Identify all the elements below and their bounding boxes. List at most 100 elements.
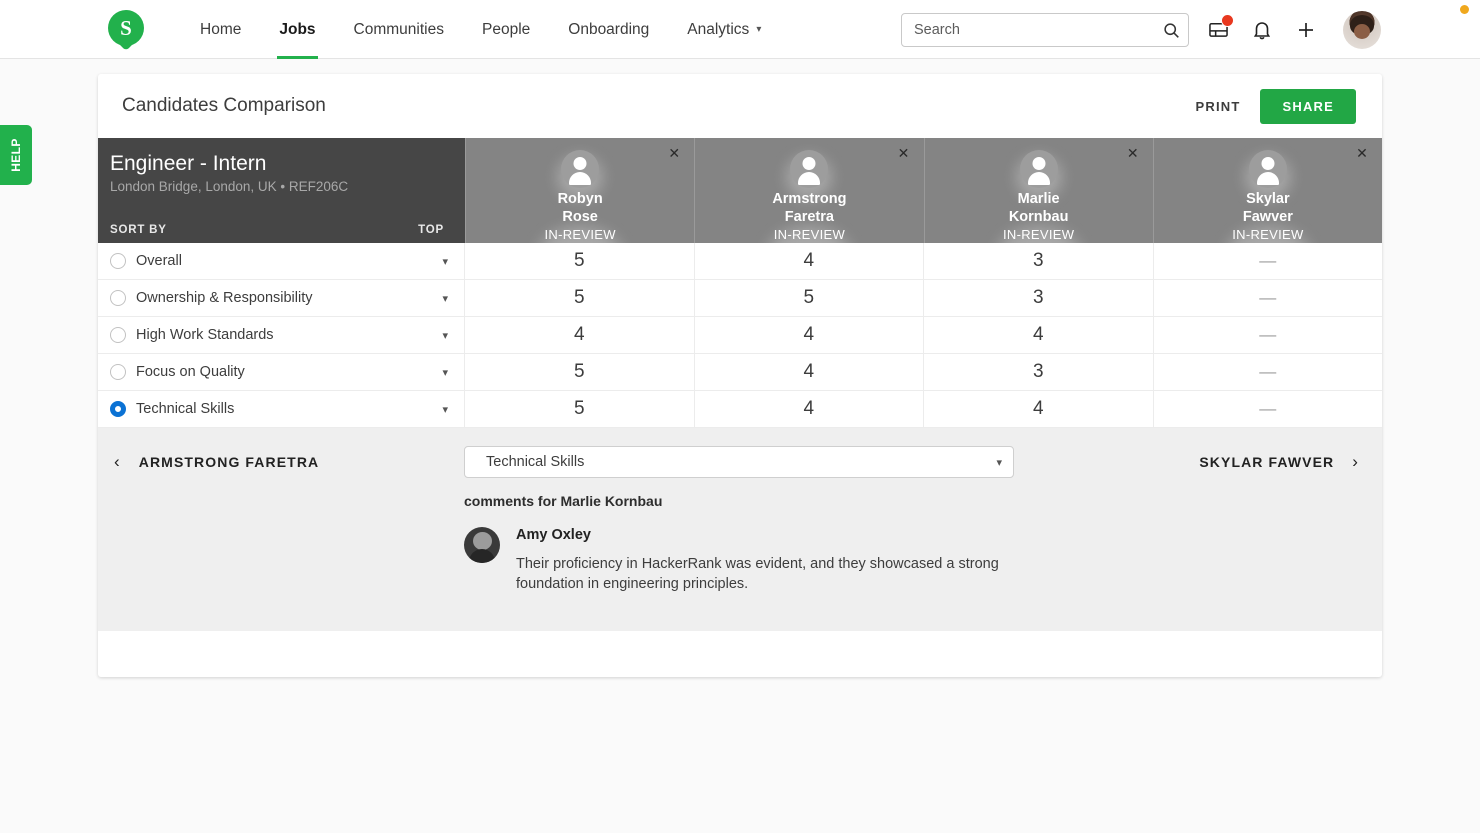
criteria-label: Overall [136,253,182,269]
chevron-down-icon[interactable]: ▾ [442,403,450,416]
previous-candidate-button[interactable]: ‹ ARMSTRONG FARETRA [114,452,319,472]
candidate-column-header-1: ✕ Robyn Rose IN-REVIEW [465,138,695,243]
score-cell: — [1259,288,1277,307]
remove-candidate-icon[interactable]: ✕ [666,145,682,161]
criteria-radio-focus-on-quality[interactable] [110,364,126,380]
nav-item-communities[interactable]: Communities [335,0,463,59]
search-input[interactable] [902,14,1154,46]
candidates-comparison-card: Candidates Comparison PRINT SHARE Engine… [98,74,1382,677]
candidate-name-line1: Armstrong [772,191,847,207]
criteria-cell: Ownership & Responsibility ▾ [98,280,465,316]
nav-icon-group [1203,0,1381,59]
candidate-status-badge: IN-REVIEW [773,227,846,242]
score-cell: 5 [465,354,695,390]
candidate-avatar-placeholder-icon [1019,150,1058,188]
chevron-down-icon[interactable]: ▾ [442,366,450,379]
logo-letter: S [120,15,132,40]
notifications-bell-icon[interactable] [1247,15,1277,45]
score-cell: 4 [924,391,1154,427]
remove-candidate-icon[interactable]: ✕ [1125,145,1141,161]
candidate-name: Armstrong Faretra [772,191,846,226]
criteria-cell: Overall ▾ [98,243,465,279]
score-cell: 4 [695,354,924,390]
criteria-cell: Focus on Quality ▾ [98,354,465,390]
nav-item-onboarding[interactable]: Onboarding [549,0,668,59]
criteria-row: High Work Standards ▾ 4 4 4 — [98,317,1382,354]
candidate-status-badge: IN-REVIEW [1002,227,1075,242]
remove-candidate-icon[interactable]: ✕ [896,145,912,161]
primary-nav-links: Home Jobs Communities People Onboarding … [181,0,780,59]
help-tab-button[interactable]: HELP [0,125,32,185]
candidate-status-badge: IN-REVIEW [544,227,616,242]
next-candidate-label: SKYLAR FAWVER [1199,454,1335,470]
chevron-down-icon: ▾ [756,24,762,35]
candidate-name: Marlie Kornbau [1009,191,1069,226]
previous-candidate-label: ARMSTRONG FARETRA [138,454,320,470]
candidate-name-line2: Kornbau [1008,208,1069,225]
candidate-column-header-3: ✕ Marlie Kornbau IN-REVIEW [923,138,1153,243]
criteria-radio-ownership-responsibility[interactable] [110,290,126,306]
criteria-select[interactable]: Technical Skills [464,446,1014,478]
score-cell: — [1259,399,1277,418]
scores-grid: Overall ▾ 5 4 3 — Ownership & Responsibi… [98,243,1382,428]
criteria-row: Ownership & Responsibility ▾ 5 5 3 — [98,280,1382,317]
comment-author-name: Amy Oxley [516,527,591,543]
comparison-header-row: Engineer - Intern London Bridge, London,… [98,138,1382,243]
comment-text: Their proficiency in HackerRank was evid… [516,556,999,592]
comment-body: Technical Skills ▾ comments for Marlie K… [464,446,1064,594]
chevron-down-icon[interactable]: ▾ [442,292,450,305]
search-box[interactable] [901,13,1189,47]
card-footer [98,631,1382,672]
user-avatar[interactable] [1343,10,1381,49]
next-candidate-button[interactable]: SKYLAR FAWVER › [1199,452,1359,472]
job-meta: London Bridge, London, UK • REF206C [110,179,349,194]
print-button[interactable]: PRINT [1195,99,1240,114]
score-cell: 3 [924,354,1154,390]
chevron-left-icon: ‹ [114,452,121,471]
criteria-cell: High Work Standards ▾ [98,317,465,353]
nav-label-people: People [482,20,531,38]
job-info-panel: Engineer - Intern London Bridge, London,… [98,138,465,243]
share-button[interactable]: SHARE [1260,88,1356,124]
candidate-name-line2: Rose [562,208,598,225]
remove-candidate-icon[interactable]: ✕ [1354,145,1370,161]
sort-row: SORT BY TOP [110,224,444,236]
nav-item-people[interactable]: People [463,0,549,59]
nav-item-home[interactable]: Home [181,0,260,59]
nav-item-analytics[interactable]: Analytics ▾ [668,0,780,59]
candidate-name-line2: Faretra [784,208,834,225]
chevron-down-icon[interactable]: ▾ [442,329,450,342]
app-logo[interactable]: S [108,10,148,51]
score-cell: — [1259,325,1277,344]
score-cell: 4 [695,391,924,427]
candidate-name-line2: Fawver [1242,208,1293,225]
chevron-down-icon[interactable]: ▾ [442,255,450,268]
criteria-label: High Work Standards [136,327,274,343]
criteria-radio-high-work-standards[interactable] [110,327,126,343]
score-cell: 5 [465,280,695,316]
score-cell: 4 [695,243,924,279]
criteria-radio-technical-skills[interactable] [110,401,126,417]
chevron-right-icon: › [1352,452,1359,471]
messages-icon[interactable] [1203,13,1234,45]
criteria-row: Focus on Quality ▾ 5 4 3 — [98,354,1382,391]
nav-item-jobs[interactable]: Jobs [260,0,334,59]
search-icon[interactable] [1154,14,1188,46]
candidate-column-header-2: ✕ Armstrong Faretra IN-REVIEW [694,138,924,243]
score-cell: 3 [924,280,1154,316]
top-label: TOP [418,224,444,236]
criteria-radio-overall[interactable] [110,253,126,269]
criteria-row: Technical Skills ▾ 5 4 4 — [98,391,1382,428]
top-navigation-bar: S Home Jobs Communities People Onboardin… [0,0,1480,59]
candidate-name-line1: Marlie [1017,191,1060,207]
candidate-avatar-placeholder-icon [1248,150,1287,188]
criteria-select-wrap: Technical Skills ▾ [464,446,1014,478]
score-cell: 4 [465,317,695,353]
job-title: Engineer - Intern [110,152,267,175]
add-plus-icon[interactable] [1291,15,1321,45]
score-cell: 5 [465,243,695,279]
candidate-status-badge: IN-REVIEW [1232,227,1304,242]
score-cell: 4 [924,317,1154,353]
page-title: Candidates Comparison [122,95,326,116]
unread-badge [1221,13,1234,27]
